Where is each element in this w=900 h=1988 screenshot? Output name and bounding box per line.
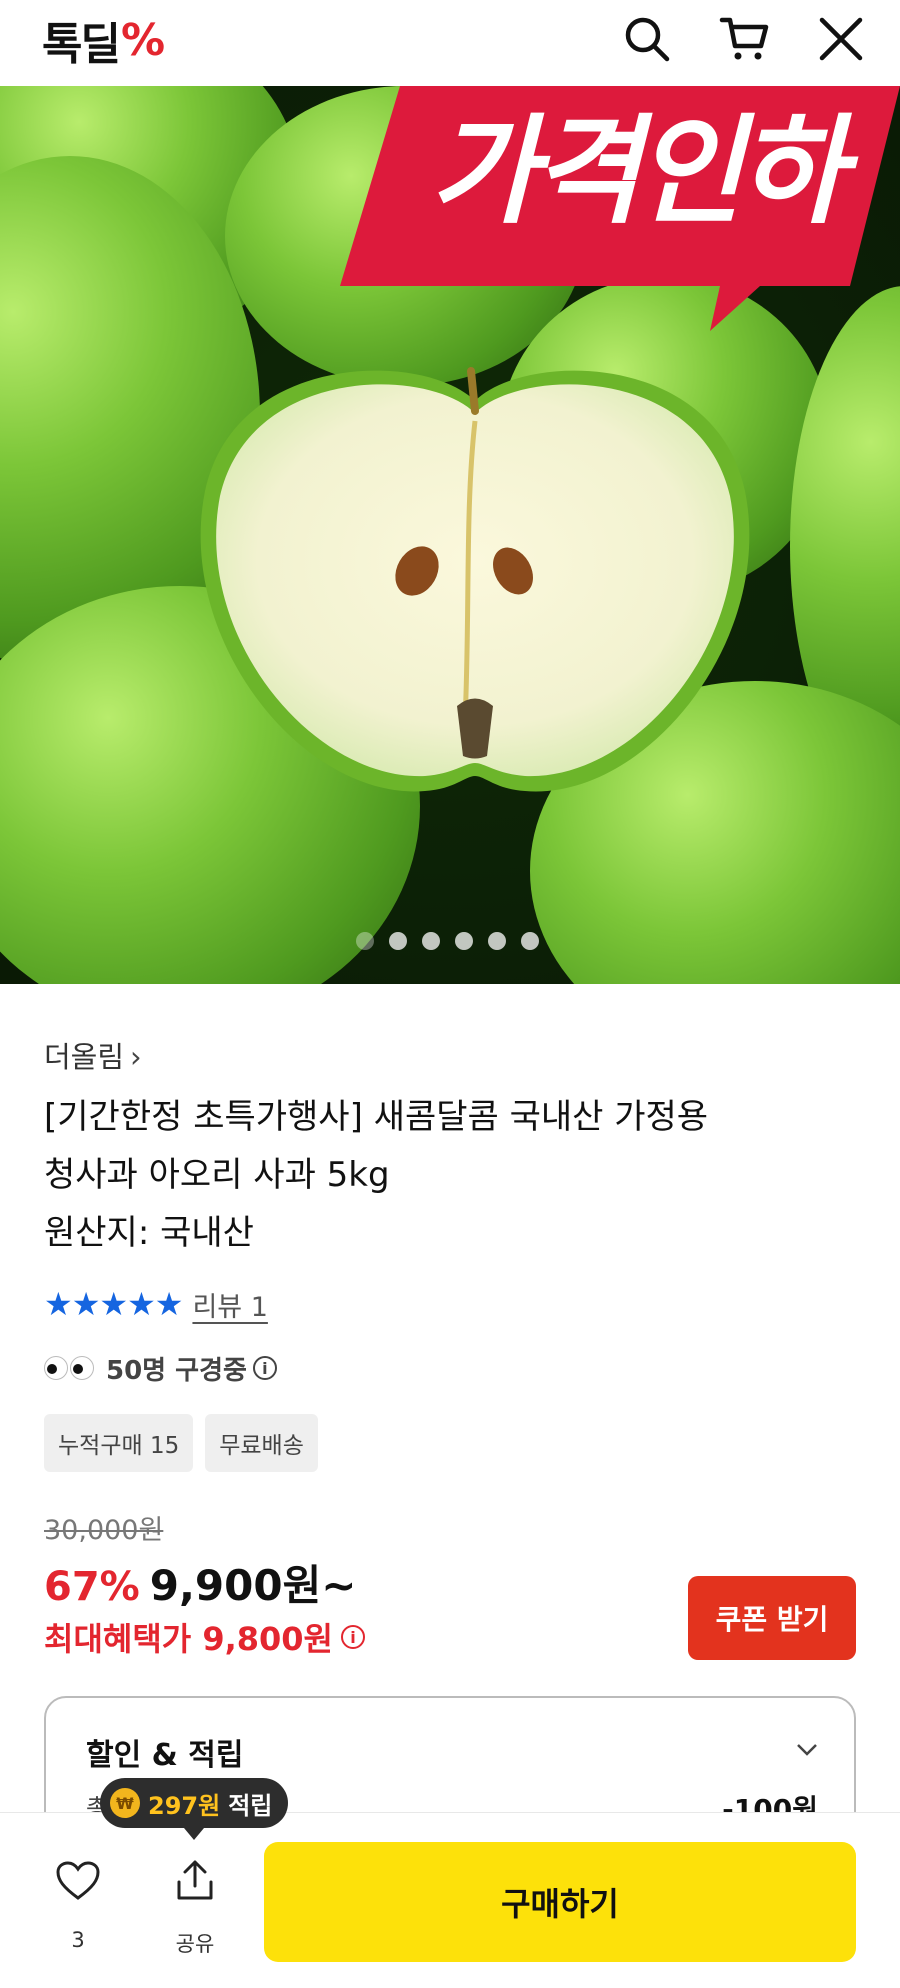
header: 톡딜 % [0, 0, 900, 86]
viewers-count: 50명 구경중 [106, 1355, 247, 1386]
product-title-line: 청사과 아오리 사과 5kg [44, 1155, 390, 1195]
search-icon[interactable] [614, 6, 680, 72]
reward-amount: 297원 [148, 1791, 221, 1820]
logo-text: 톡딜 [42, 19, 121, 70]
coin-icon: ₩ [110, 1788, 140, 1818]
carousel-dot[interactable] [356, 932, 374, 950]
review-link[interactable]: 리뷰 1 [192, 1285, 267, 1324]
price-line: 67% 9,900원~ [44, 1552, 356, 1613]
info-icon[interactable]: i [341, 1625, 365, 1649]
chevron-right-icon: › [130, 1040, 142, 1074]
apple-half-image [200, 367, 750, 792]
original-price: 30,000원 [44, 1515, 164, 1546]
logo[interactable]: 톡딜 % [42, 10, 166, 71]
carousel-dot[interactable] [455, 932, 473, 950]
coupon-button[interactable]: 쿠폰 받기 [688, 1576, 856, 1660]
share-icon [177, 1860, 213, 1900]
product-title-line: [기간한정 초특가행사] 새콤달콤 국내산 가정용 [44, 1097, 709, 1137]
like-button[interactable]: 3 [48, 1860, 108, 1952]
product-title: [기간한정 초특가행사] 새콤달콤 국내산 가정용 청사과 아오리 사과 5kg… [44, 1088, 864, 1262]
rating: ★★★★★ 리뷰 1 [44, 1284, 268, 1324]
reward-tooltip: ₩ 297원 적립 [100, 1778, 289, 1840]
logo-percent-mark: % [120, 14, 166, 66]
star-rating-icon: ★★★★★ [44, 1285, 183, 1323]
heart-icon [56, 1861, 100, 1900]
close-icon[interactable] [808, 6, 874, 72]
share-button[interactable]: 공유 [162, 1858, 228, 1958]
max-benefit-text: 최대혜택가 9,800원 [44, 1620, 333, 1658]
tag-cumulative-purchases: 누적구매 15 [44, 1414, 194, 1472]
product-image-carousel[interactable]: 가격인하 [0, 86, 900, 984]
discount-panel-title: 할인 & 적립 [86, 1738, 244, 1773]
carousel-dot[interactable] [422, 932, 440, 950]
price-drop-banner-text: 가격인하 [429, 102, 846, 240]
carousel-indicator [356, 932, 539, 950]
discount-rate: 67% [44, 1564, 140, 1610]
viewers-indicator: 50명 구경중 i [44, 1348, 277, 1388]
brand-link[interactable]: 더올림 › [44, 1034, 142, 1076]
sale-price: 9,900원~ [149, 1561, 357, 1610]
brand-name: 더올림 [44, 1040, 125, 1074]
max-benefit-price: 최대혜택가 9,800원 i [44, 1614, 365, 1660]
product-origin: 원산지: 국내산 [44, 1213, 254, 1253]
chevron-down-icon[interactable] [796, 1738, 818, 1760]
buy-button[interactable]: 구매하기 [264, 1842, 856, 1962]
carousel-dot[interactable] [488, 932, 506, 950]
cart-icon[interactable] [712, 6, 778, 72]
share-label: 공유 [175, 1932, 215, 1956]
carousel-dot[interactable] [521, 932, 539, 950]
eyes-icon [44, 1356, 94, 1380]
tag-free-shipping: 무료배송 [205, 1414, 318, 1472]
reward-label: 적립 [228, 1791, 273, 1820]
like-count: 3 [71, 1928, 85, 1952]
info-icon[interactable]: i [252, 1356, 277, 1380]
carousel-dot[interactable] [389, 932, 407, 950]
product-tags: 누적구매 15 무료배송 [44, 1414, 318, 1472]
